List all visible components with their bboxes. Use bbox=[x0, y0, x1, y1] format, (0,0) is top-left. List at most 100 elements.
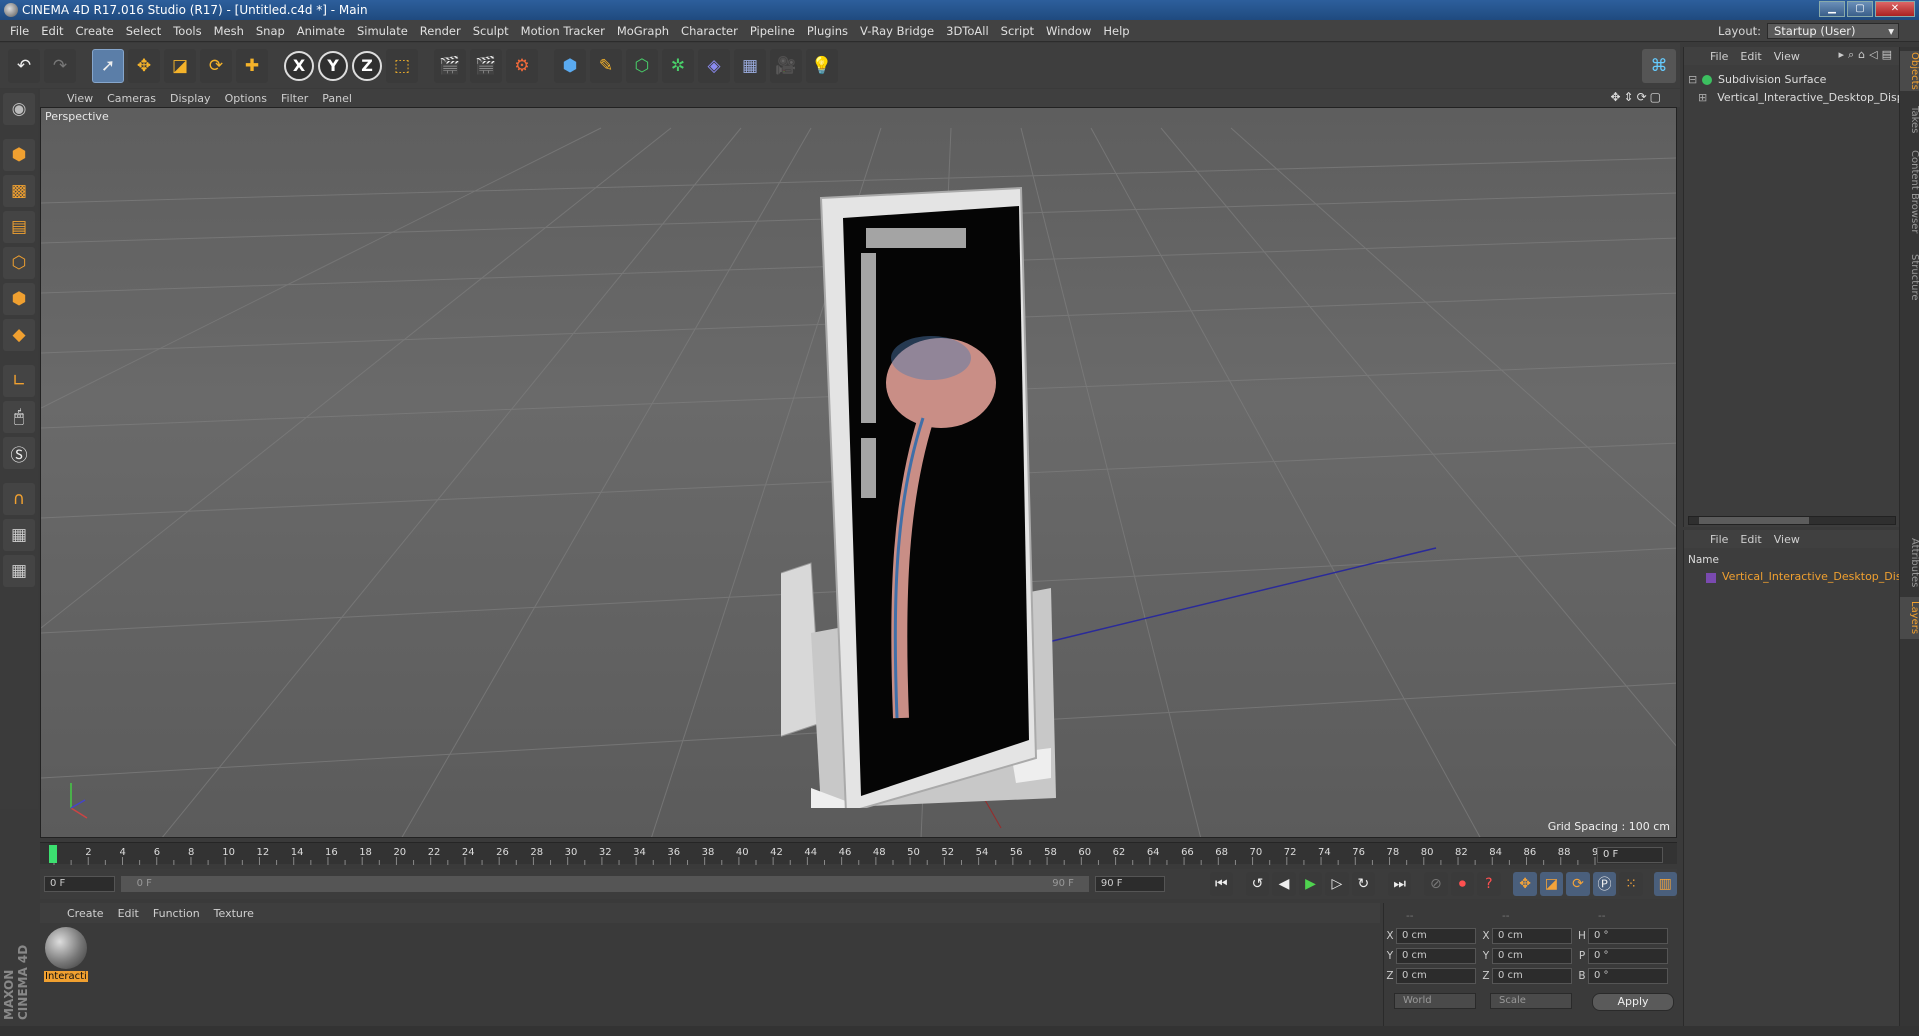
current-frame-field[interactable]: 0 F bbox=[1597, 847, 1663, 863]
frame-range-slider[interactable]: 0 F 90 F bbox=[120, 876, 1089, 892]
menu-render[interactable]: Render bbox=[414, 20, 467, 42]
object-row-kiosk-mesh[interactable]: ⊞ Vertical_Interactive_Desktop_Disp bbox=[1684, 89, 1900, 106]
viewport-menu-view[interactable]: View bbox=[60, 92, 100, 105]
menu-sculpt[interactable]: Sculpt bbox=[467, 20, 515, 42]
3d-viewport[interactable]: Perspective Grid Spacing : 100 cm bbox=[40, 107, 1677, 838]
tree-expand-icon[interactable]: ⊞ bbox=[1698, 91, 1707, 104]
menu-window[interactable]: Window bbox=[1040, 20, 1097, 42]
timeline-window-icon[interactable]: ▥ bbox=[1653, 872, 1677, 896]
maximize-button[interactable]: ▢ bbox=[1847, 1, 1873, 17]
menu-mesh[interactable]: Mesh bbox=[208, 20, 250, 42]
coordinate-system-icon[interactable]: ⬚ bbox=[386, 48, 418, 83]
menu-select[interactable]: Select bbox=[120, 20, 167, 42]
menu-help[interactable]: Help bbox=[1097, 20, 1135, 42]
next-frame-icon[interactable]: ▷ bbox=[1325, 872, 1349, 896]
workplane-mode-icon[interactable]: ▤ bbox=[3, 211, 35, 243]
edges-mode-icon[interactable]: ⬢ bbox=[3, 283, 35, 315]
menu-vray-bridge[interactable]: V-Ray Bridge bbox=[854, 20, 940, 42]
size-x-field[interactable]: 0 cm bbox=[1492, 928, 1572, 944]
go-to-end-icon[interactable]: ⏭ bbox=[1387, 872, 1412, 896]
live-selection-icon[interactable]: ➚ bbox=[92, 48, 124, 83]
x-axis-lock-button[interactable]: X bbox=[284, 50, 314, 81]
object-menu-file[interactable]: File bbox=[1704, 50, 1734, 63]
menu-pipeline[interactable]: Pipeline bbox=[744, 20, 801, 42]
position-z-field[interactable]: 0 cm bbox=[1396, 968, 1476, 984]
position-x-field[interactable]: 0 cm bbox=[1396, 928, 1476, 944]
y-axis-lock-button[interactable]: Y bbox=[318, 50, 348, 81]
menu-snap[interactable]: Snap bbox=[250, 20, 291, 42]
menu-plugins[interactable]: Plugins bbox=[801, 20, 854, 42]
playhead[interactable] bbox=[49, 845, 57, 863]
tab-structure[interactable]: Structure bbox=[1900, 247, 1919, 307]
key-position-icon[interactable]: ✥ bbox=[1513, 872, 1537, 896]
z-axis-lock-button[interactable]: Z bbox=[352, 50, 382, 81]
previous-frame-icon[interactable]: ◀ bbox=[1272, 872, 1296, 896]
menu-file[interactable]: File bbox=[4, 20, 35, 42]
layer-menu-edit[interactable]: Edit bbox=[1734, 533, 1767, 546]
size-z-field[interactable]: 0 cm bbox=[1492, 968, 1572, 984]
coordinate-mode-dropdown[interactable]: World bbox=[1394, 993, 1476, 1009]
end-frame-field[interactable]: 90 F bbox=[1094, 876, 1166, 892]
next-key-icon[interactable]: ↻ bbox=[1351, 872, 1376, 896]
tab-layers[interactable]: Layers bbox=[1900, 597, 1919, 639]
polygons-mode-icon[interactable]: ◆ bbox=[3, 319, 35, 351]
size-mode-dropdown[interactable]: Scale bbox=[1490, 993, 1572, 1009]
previous-key-icon[interactable]: ↺ bbox=[1245, 872, 1270, 896]
start-frame-field[interactable]: 0 F bbox=[44, 876, 115, 892]
menu-create[interactable]: Create bbox=[70, 20, 120, 42]
texture-mode-icon[interactable]: ▩ bbox=[3, 175, 35, 207]
timeline-ruler[interactable]: 0246810121416182022242628303234363840424… bbox=[40, 842, 1677, 865]
rotate-icon[interactable]: ⟳ bbox=[200, 48, 232, 83]
menu-3dtoall[interactable]: 3DToAll bbox=[940, 20, 995, 42]
object-menu-edit[interactable]: Edit bbox=[1734, 50, 1767, 63]
autokey-icon[interactable]: ⏺ bbox=[1450, 872, 1475, 896]
tab-content-browser[interactable]: Content Browser bbox=[1900, 147, 1919, 237]
render-settings-icon[interactable]: ⚙ bbox=[506, 48, 538, 83]
go-to-start-icon[interactable]: ⏮ bbox=[1209, 872, 1233, 896]
key-pla-icon[interactable]: ⁙ bbox=[1619, 872, 1643, 896]
menu-motion-tracker[interactable]: Motion Tracker bbox=[515, 20, 611, 42]
material-menu-create[interactable]: Create bbox=[60, 907, 111, 920]
menu-mograph[interactable]: MoGraph bbox=[611, 20, 675, 42]
layer-menu-file[interactable]: File bbox=[1704, 533, 1734, 546]
material-menu-edit[interactable]: Edit bbox=[111, 907, 146, 920]
material-item[interactable]: Interacti bbox=[44, 927, 88, 982]
workplane-rotate-icon[interactable]: ▦ bbox=[3, 555, 35, 587]
menu-tools[interactable]: Tools bbox=[167, 20, 207, 42]
tweak-mode-icon[interactable]: 🖱 bbox=[3, 401, 35, 433]
camera-label[interactable]: Perspective bbox=[45, 110, 109, 123]
rotation-p-field[interactable]: 0 ° bbox=[1588, 948, 1668, 964]
menu-script[interactable]: Script bbox=[995, 20, 1040, 42]
keyframe-selection-icon[interactable]: ? bbox=[1477, 872, 1501, 896]
tab-attributes[interactable]: Attributes bbox=[1900, 533, 1919, 593]
viewport-menu-options[interactable]: Options bbox=[218, 92, 274, 105]
minimize-button[interactable]: ▁ bbox=[1819, 1, 1845, 17]
menu-character[interactable]: Character bbox=[675, 20, 744, 42]
points-mode-icon[interactable]: ⬡ bbox=[3, 247, 35, 279]
cloner-icon[interactable]: ✲ bbox=[662, 48, 694, 83]
make-editable-icon[interactable]: ◉ bbox=[3, 93, 35, 125]
deformer-icon[interactable]: ◈ bbox=[698, 48, 730, 83]
menu-animate[interactable]: Animate bbox=[291, 20, 351, 42]
cube-primitive-icon[interactable]: ⬢ bbox=[554, 48, 586, 83]
layer-color-swatch[interactable] bbox=[1706, 573, 1716, 583]
key-scale-icon[interactable]: ◪ bbox=[1539, 872, 1564, 896]
light-icon[interactable]: 💡 bbox=[806, 48, 838, 83]
axis-mode-icon[interactable]: ∟ bbox=[3, 365, 35, 397]
viewport-menu-cameras[interactable]: Cameras bbox=[100, 92, 163, 105]
magnet-icon[interactable]: ∩ bbox=[3, 483, 35, 515]
redo-icon[interactable]: ↷ bbox=[44, 48, 76, 83]
viewport-menu-panel[interactable]: Panel bbox=[315, 92, 359, 105]
rotation-h-field[interactable]: 0 ° bbox=[1588, 928, 1668, 944]
play-icon[interactable]: ▶ bbox=[1298, 872, 1323, 896]
model-mode-icon[interactable]: ⬢ bbox=[3, 139, 35, 171]
layout-dropdown[interactable]: Startup (User) bbox=[1767, 23, 1899, 39]
layer-row[interactable]: Vertical_Interactive_Desktop_Disp bbox=[1684, 570, 1900, 586]
apply-button[interactable]: Apply bbox=[1592, 993, 1674, 1011]
camera-icon[interactable]: 🎥 bbox=[770, 48, 802, 83]
menu-simulate[interactable]: Simulate bbox=[351, 20, 414, 42]
viewport-navigation-icons[interactable]: ✥⇕⟳▢ bbox=[1610, 90, 1664, 104]
undo-icon[interactable]: ↶ bbox=[8, 48, 40, 83]
kiosk-3d-model[interactable] bbox=[781, 168, 1081, 808]
material-menu-function[interactable]: Function bbox=[146, 907, 207, 920]
